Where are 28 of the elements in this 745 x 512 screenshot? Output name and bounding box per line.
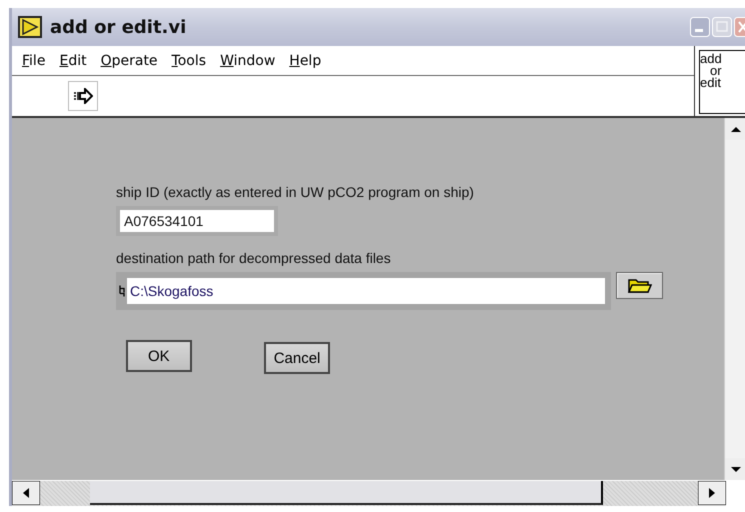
folder-icon	[628, 278, 652, 292]
menu-item[interactable]: Edit	[59, 52, 87, 68]
menu-item[interactable]: Tools	[172, 52, 206, 68]
field-label: ship ID (exactly as entered in UW pCO2 program on ship)	[116, 184, 474, 200]
path-field[interactable]: C:\Skogafoss	[116, 272, 611, 310]
menu-item[interactable]: Window	[220, 52, 276, 68]
scroll-right-icon[interactable]	[698, 481, 726, 505]
horizontal-scrollbar[interactable]	[12, 480, 745, 506]
vi-icon-text: or	[710, 65, 723, 77]
menu-item[interactable]: Operate	[100, 52, 158, 68]
vertical-scrollbar[interactable]	[724, 118, 745, 480]
run-arrow-icon	[73, 88, 93, 104]
window-title: add or edit.vi	[50, 16, 188, 38]
ship-id-field[interactable]: A076534101	[116, 206, 278, 236]
vi-icon-text: add	[700, 53, 723, 65]
scroll-thumb[interactable]	[90, 481, 603, 505]
dialog-button[interactable]: OK	[126, 340, 192, 372]
field-value: A076534101	[124, 213, 204, 229]
field-value: C:\Skogafoss	[130, 283, 214, 299]
menu-item[interactable]: File	[22, 52, 46, 68]
scroll-left-icon[interactable]	[12, 481, 40, 505]
dialog-button[interactable]: Cancel	[264, 342, 330, 374]
browse-button[interactable]	[616, 272, 663, 299]
vi-icon-text: edit	[700, 77, 721, 89]
run-arrow-icon	[18, 16, 42, 38]
field-label: destination path for decompressed data files	[116, 250, 391, 266]
menu-item[interactable]: Help	[289, 52, 322, 68]
run-button[interactable]	[68, 81, 98, 111]
